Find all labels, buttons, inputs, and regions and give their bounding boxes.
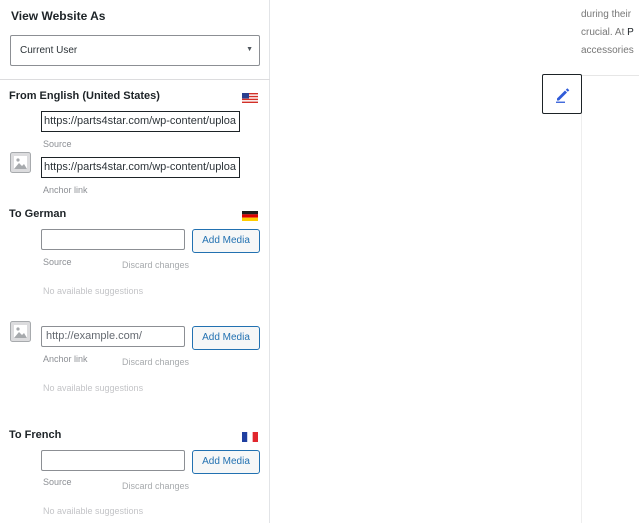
- german-flag-icon: [242, 211, 258, 221]
- preview-text-line: accessories: [581, 45, 634, 56]
- german-source-input[interactable]: [41, 229, 185, 250]
- preview-row-divider: [581, 75, 639, 76]
- preview-column-divider: [581, 75, 582, 523]
- sidebar-divider: [0, 79, 270, 80]
- french-source-label: Source: [43, 477, 72, 487]
- preview-text-fragment: crucial. At: [581, 27, 628, 38]
- german-source-label: Source: [43, 257, 72, 267]
- source-label: Source: [43, 139, 72, 149]
- view-as-value: Current User: [20, 45, 78, 56]
- french-discard-changes[interactable]: Discard changes: [122, 481, 189, 491]
- image-placeholder-icon[interactable]: [10, 321, 31, 342]
- german-anchor-add-media-button[interactable]: Add Media: [192, 326, 260, 350]
- view-as-title: View Website As: [11, 9, 106, 23]
- translation-sidebar: View Website As Current User ▼ From Engl…: [0, 0, 270, 523]
- chevron-down-icon: ▼: [246, 46, 253, 53]
- french-source-input[interactable]: [41, 450, 185, 471]
- pencil-icon: [556, 88, 570, 103]
- anchor-url-field[interactable]: https://parts4star.com/wp-content/uploa: [41, 157, 240, 178]
- preview-link[interactable]: P: [627, 27, 634, 38]
- preview-text-line: during their: [581, 9, 632, 20]
- edit-translation-button[interactable]: [542, 74, 582, 114]
- german-anchor-input[interactable]: http://example.com/: [41, 326, 185, 347]
- german-discard-changes[interactable]: Discard changes: [122, 260, 189, 270]
- german-language-label: To German: [9, 208, 67, 220]
- us-flag-icon: [242, 93, 258, 103]
- french-flag-icon: [242, 432, 258, 442]
- source-url-field[interactable]: https://parts4star.com/wp-content/uploa: [41, 111, 240, 132]
- preview-text-line: crucial. At P: [581, 27, 634, 38]
- german-anchor-discard-changes[interactable]: Discard changes: [122, 357, 189, 367]
- french-add-media-button[interactable]: Add Media: [192, 450, 260, 474]
- french-no-suggestions: No available suggestions: [43, 506, 144, 516]
- view-as-select[interactable]: Current User ▼: [10, 35, 260, 66]
- anchor-link-label: Anchor link: [43, 185, 88, 195]
- german-anchor-no-suggestions: No available suggestions: [43, 383, 144, 393]
- source-language-label: From English (United States): [9, 90, 160, 102]
- french-language-label: To French: [9, 429, 62, 441]
- german-add-media-button[interactable]: Add Media: [192, 229, 260, 253]
- german-anchor-link-label: Anchor link: [43, 354, 88, 364]
- german-no-suggestions: No available suggestions: [43, 286, 144, 296]
- image-placeholder-icon[interactable]: [10, 152, 31, 173]
